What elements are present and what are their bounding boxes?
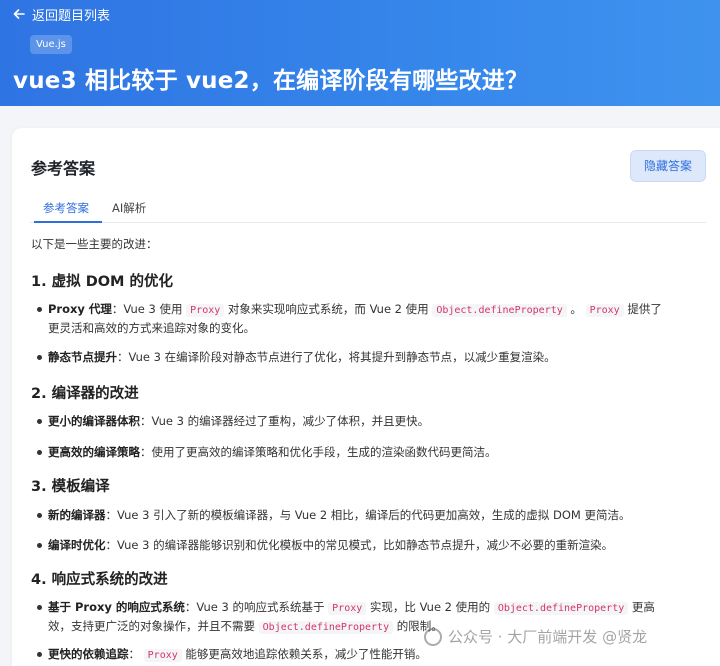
section-heading: 2. 编译器的改进 <box>31 386 139 402</box>
list-item: 新的编译器：Vue 3 引入了新的模板编译器，与 Vue 2 相比，编译后的代码… <box>48 508 631 522</box>
code-inline: Proxy <box>186 304 225 317</box>
list-item: 静态节点提升：Vue 3 在编译阶段对静态节点进行了优化，将其提升到静态节点，以… <box>48 350 556 364</box>
list-item: 编译时优化：Vue 3 的编译器能够识别和优化模板中的常见模式，比如静态节点提升… <box>48 538 614 552</box>
tab-ai-analysis[interactable]: AI解析 <box>112 200 146 216</box>
category-badge[interactable]: Vue.js <box>30 35 72 54</box>
back-label: 返回题目列表 <box>32 8 111 24</box>
bullet <box>37 513 42 518</box>
answer-card: 参考答案 隐藏答案 参考答案 AI解析 以下是一些主要的改进： 1. 虚拟 DO… <box>12 128 720 666</box>
card-title: 参考答案 <box>31 159 96 178</box>
watermark: 公众号 · 大厂前端开发 @贤龙 <box>424 626 647 647</box>
section-heading: 4. 响应式系统的改进 <box>31 572 168 588</box>
list-item: 基于 Proxy 的响应式系统：Vue 3 的响应式系统基于 Proxy 实现，… <box>48 600 655 615</box>
bullet <box>37 307 42 312</box>
section-heading: 1. 虚拟 DOM 的优化 <box>31 274 174 290</box>
section-heading: 3. 模板编译 <box>31 479 110 495</box>
active-tab-indicator <box>34 221 102 223</box>
list-item-continued: 效，支持更广泛的对象操作，并且不需要 Object.defineProperty… <box>48 619 443 634</box>
list-item: 更快的依赖追踪： Proxy 能够更高效地追踪依赖关系，减少了性能开销。 <box>48 647 427 662</box>
question-header: 返回题目列表 Vue.js vue3 相比较于 vue2，在编译阶段有哪些改进？ <box>0 0 720 106</box>
code-inline: Proxy <box>143 649 182 662</box>
arrow-left-icon <box>13 9 25 19</box>
bullet <box>37 419 42 424</box>
back-to-list-link[interactable]: 返回题目列表 <box>12 5 111 24</box>
tab-reference-answer[interactable]: 参考答案 <box>43 200 89 216</box>
question-title: vue3 相比较于 vue2，在编译阶段有哪些改进？ <box>13 68 529 94</box>
list-item: 更小的编译器体积：Vue 3 的编译器经过了重构，减少了体积，并且更快。 <box>48 414 430 428</box>
list-item: Proxy 代理：Vue 3 使用 Proxy 对象来实现响应式系统，而 Vue… <box>48 302 662 317</box>
bullet <box>37 652 42 657</box>
wechat-icon <box>424 627 442 646</box>
list-item-continued: 更灵活和高效的方式来追踪对象的变化。 <box>48 321 255 335</box>
bullet <box>37 605 42 610</box>
code-inline: Proxy <box>328 602 367 615</box>
code-inline: Object.defineProperty <box>432 304 567 317</box>
answer-intro: 以下是一些主要的改进： <box>31 237 158 251</box>
answer-tabs: 参考答案 AI解析 <box>30 197 706 223</box>
bullet <box>37 543 42 548</box>
code-inline: Object.defineProperty <box>258 621 394 634</box>
code-inline: Proxy <box>585 304 624 317</box>
hide-answer-button[interactable]: 隐藏答案 <box>630 150 706 182</box>
bullet <box>37 355 42 360</box>
list-item: 更高效的编译策略：使用了更高效的编译策略和优化手段，生成的渲染函数代码更简洁。 <box>48 445 497 459</box>
watermark-text: 公众号 · 大厂前端开发 @贤龙 <box>448 628 648 646</box>
bullet <box>37 450 42 455</box>
code-inline: Object.defineProperty <box>493 602 629 615</box>
